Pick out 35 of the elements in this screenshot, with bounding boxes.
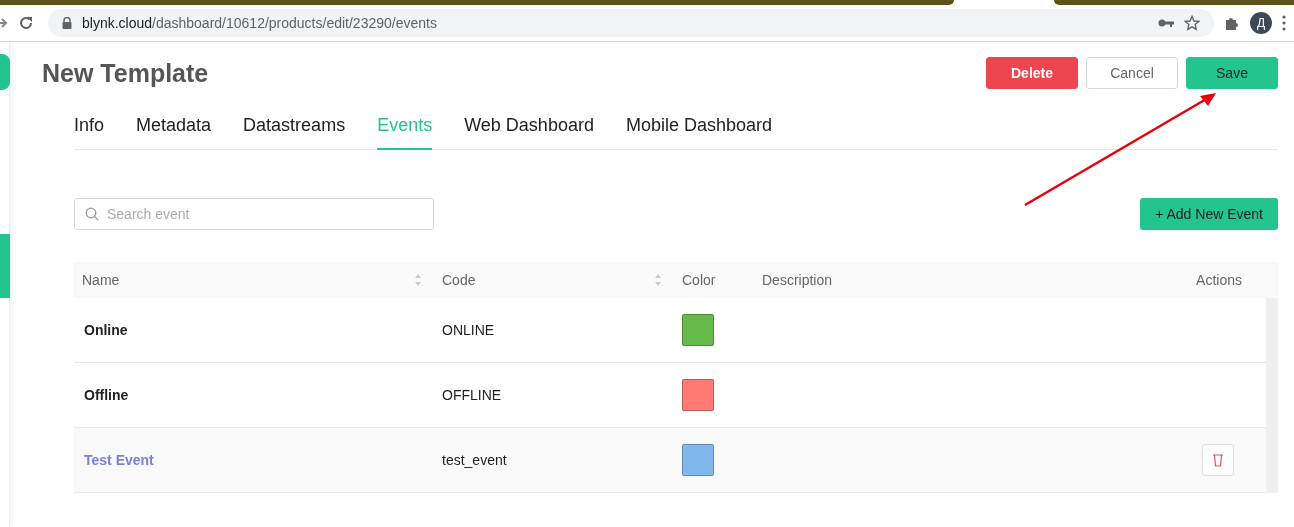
table-cell-text: test_event <box>441 452 507 468</box>
profile-avatar[interactable]: Д <box>1250 12 1272 34</box>
column-header[interactable]: Code <box>442 272 476 288</box>
table-cell-text: ONLINE <box>441 322 495 338</box>
key-icon[interactable] <box>1158 18 1174 28</box>
lock-icon <box>62 17 72 29</box>
url-text[interactable]: blynk.cloud/dashboard/10612/products/edit/23290/events <box>82 15 437 31</box>
delete-button[interactable]: Delete <box>986 57 1078 89</box>
trash-icon <box>1212 453 1224 467</box>
table-cell-text: OFFLINE <box>441 387 502 403</box>
menu-icon[interactable] <box>1282 15 1286 31</box>
column-header: Description <box>762 272 833 288</box>
delete-event-button[interactable] <box>1202 444 1234 476</box>
star-icon[interactable] <box>1184 15 1200 31</box>
save-button[interactable]: Save <box>1186 57 1278 89</box>
column-header: Color <box>682 272 716 288</box>
puzzle-icon[interactable] <box>1224 15 1240 31</box>
page-title: New Template <box>42 58 210 88</box>
table-row[interactable]: Test Event test_event <box>74 428 1266 493</box>
tab[interactable]: Mobile Dashboard <box>625 111 772 150</box>
cancel-button[interactable]: Cancel <box>1086 57 1178 89</box>
search-icon <box>85 207 99 221</box>
tab[interactable]: Metadata <box>136 111 212 150</box>
column-header[interactable]: Name <box>82 272 120 288</box>
tab[interactable]: Datastreams <box>243 111 346 150</box>
reload-icon[interactable] <box>18 15 34 31</box>
event-name[interactable]: Online <box>74 322 128 338</box>
forward-icon[interactable] <box>0 16 8 30</box>
tab[interactable]: Web Dashboard <box>464 111 594 150</box>
add-event-button[interactable]: + Add New Event <box>1140 198 1278 230</box>
search-field[interactable]: Search event <box>74 198 434 230</box>
event-name[interactable]: Offline <box>74 387 129 403</box>
sidebar-item[interactable] <box>0 54 10 90</box>
column-header: Actions <box>1196 272 1242 288</box>
tab[interactable]: Info <box>74 111 105 150</box>
